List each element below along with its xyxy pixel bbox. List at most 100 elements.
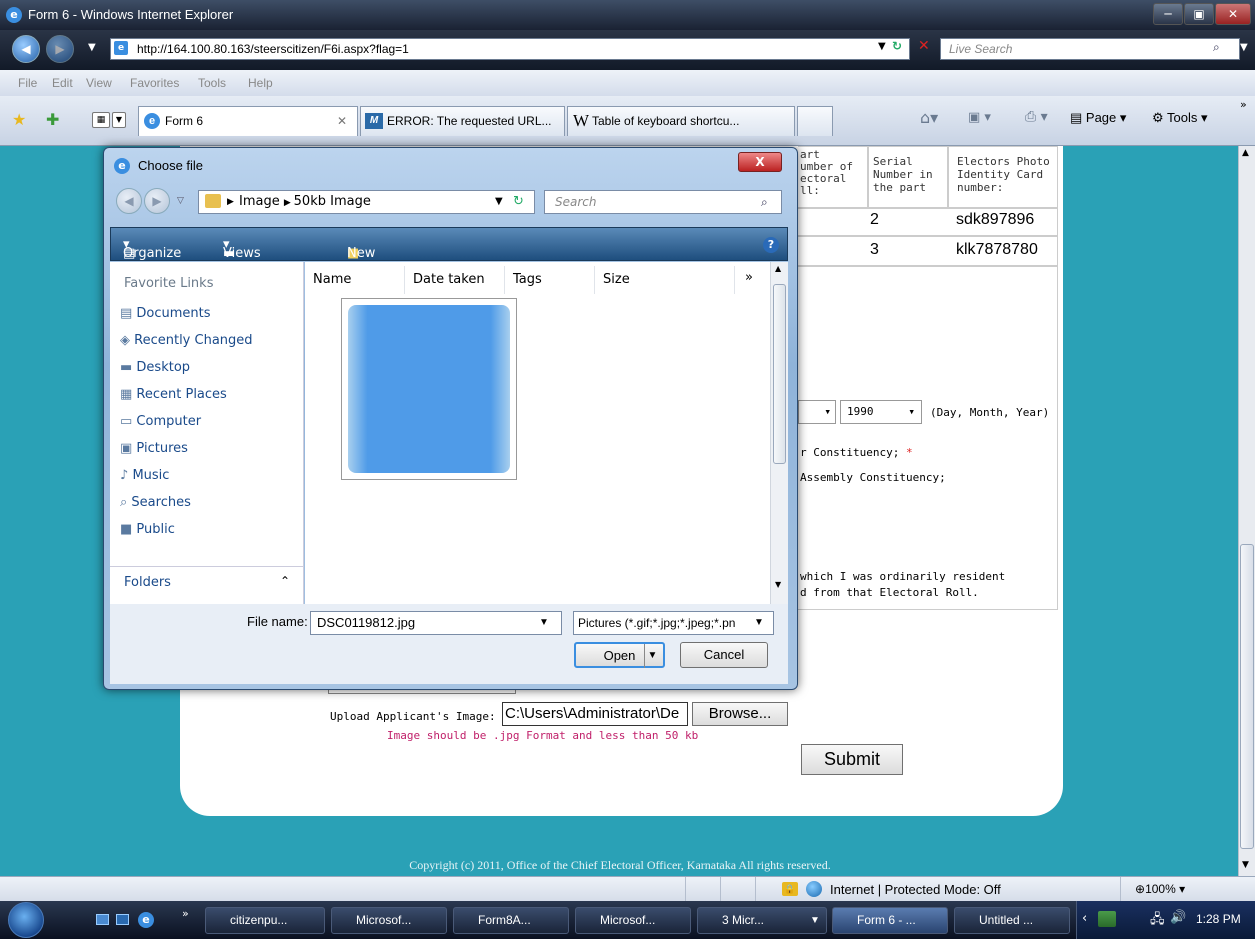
menu-favorites[interactable]: Favorites — [130, 76, 179, 90]
back-button[interactable]: ◀ — [12, 35, 40, 63]
favorite-desktop[interactable]: ▬ Desktop — [120, 360, 190, 380]
taskbar-item-microsoft-2[interactable]: Microsof... — [575, 907, 691, 934]
address-dropdown-icon[interactable]: ▼ — [495, 191, 503, 213]
taskbar-item-untitled[interactable]: Untitled ... — [954, 907, 1070, 934]
url-dropdown-icon[interactable]: ▼ — [878, 41, 886, 52]
scroll-thumb[interactable] — [773, 284, 786, 464]
taskbar-item-citizenpu[interactable]: citizenpu... — [205, 907, 325, 934]
scroll-down-icon[interactable]: ▼ — [1242, 860, 1249, 870]
tray-expand-icon[interactable]: ‹ — [1082, 911, 1087, 926]
start-button[interactable] — [8, 902, 44, 938]
search-icon[interactable]: ⌕ — [1213, 40, 1220, 55]
upload-path-input[interactable]: C:\Users\Administrator\De — [502, 702, 688, 726]
forward-button[interactable]: ▶ — [46, 35, 74, 63]
column-date-taken[interactable]: Date taken — [405, 266, 505, 294]
browse-button[interactable]: Browse... — [692, 702, 788, 726]
switch-windows-icon[interactable] — [116, 914, 129, 925]
dialog-back-button[interactable]: ◀ — [116, 188, 142, 214]
taskbar-item-form6[interactable]: Form 6 - ... — [832, 907, 948, 934]
help-icon[interactable]: ? — [763, 237, 779, 253]
dialog-refresh-icon[interactable]: ↻ — [513, 191, 524, 213]
print-icon[interactable]: ⎙ ▾ — [1025, 109, 1048, 125]
scroll-thumb[interactable] — [1240, 544, 1254, 849]
scroll-up-icon[interactable]: ▲ — [775, 264, 781, 273]
open-dropdown-icon[interactable]: ▼ — [644, 644, 660, 668]
column-size[interactable]: Size — [595, 266, 735, 294]
menu-view[interactable]: View — [86, 76, 112, 90]
volume-icon[interactable]: 🔊 — [1170, 910, 1186, 925]
folders-toggle[interactable]: Folders — [124, 575, 171, 590]
dialog-history-icon[interactable]: ▽ — [177, 196, 184, 206]
menu-help[interactable]: Help — [248, 76, 273, 90]
image-file-thumbnail[interactable] — [341, 298, 517, 480]
favorite-recently-changed[interactable]: ◈ Recently Changed — [120, 333, 253, 353]
cancel-button[interactable]: Cancel — [680, 642, 768, 668]
more-columns-icon[interactable]: » — [745, 270, 753, 285]
file-name-input[interactable]: DSC0119812.jpg ▼ — [310, 611, 562, 635]
favorite-music[interactable]: ♪ Music — [120, 468, 169, 488]
network-icon[interactable]: 🖧 — [1150, 910, 1165, 932]
add-favorites-icon[interactable]: ✚ — [46, 110, 59, 129]
taskbar-item-3-micr[interactable]: 3 Micr... ▼ — [697, 907, 827, 934]
organize-menu[interactable]: ▤ Organize ▾ — [123, 237, 181, 261]
dialog-close-button[interactable]: X — [738, 152, 782, 172]
favorite-documents[interactable]: ▤ Documents — [120, 306, 211, 326]
close-button[interactable]: ✕ — [1215, 3, 1251, 25]
favorites-star-icon[interactable]: ★ — [12, 110, 26, 129]
year-select[interactable]: 1990 ▾ — [840, 400, 922, 424]
tab-error[interactable]: M ERROR: The requested URL... — [360, 106, 565, 136]
toolbar-overflow-icon[interactable]: » — [1240, 98, 1247, 111]
file-list-scrollbar[interactable]: ▲ ▼ — [770, 262, 788, 604]
tab-close-icon[interactable]: ✕ — [337, 107, 347, 135]
tray-app-icon[interactable] — [1098, 911, 1116, 927]
refresh-icon[interactable]: ↻ — [892, 39, 902, 53]
recent-pages-icon[interactable]: ▼ — [88, 42, 96, 53]
taskbar-item-form8a[interactable]: Form8A... — [453, 907, 569, 934]
tab-wikipedia[interactable]: W Table of keyboard shortcu... — [567, 106, 795, 136]
page-scrollbar[interactable]: ▲ ▼ — [1238, 146, 1255, 876]
page-menu[interactable]: ▤ Page ▾ — [1070, 110, 1126, 126]
feeds-icon[interactable]: ▣ ▾ — [968, 110, 991, 125]
month-select[interactable]: ▾ — [798, 400, 836, 424]
search-input[interactable]: Live Search — [940, 38, 1240, 60]
favorite-public[interactable]: ■ Public — [120, 522, 175, 542]
scroll-down-icon[interactable]: ▼ — [775, 580, 781, 589]
new-tab-button[interactable] — [797, 106, 833, 136]
favorite-pictures[interactable]: ▣ Pictures — [120, 441, 188, 461]
taskbar-item-microsoft-1[interactable]: Microsof... — [331, 907, 447, 934]
show-desktop-icon[interactable] — [96, 914, 109, 925]
views-menu[interactable]: ▬ Views ▾ — [223, 237, 261, 261]
home-icon[interactable]: ⌂▾ — [920, 108, 938, 127]
tab-list-icon[interactable]: ▼ — [112, 112, 126, 128]
breadcrumb-50kb[interactable]: 50kb Image — [294, 194, 371, 209]
column-tags[interactable]: Tags — [505, 266, 595, 294]
submit-button[interactable]: Submit — [801, 744, 903, 775]
tools-menu[interactable]: ⚙ Tools ▾ — [1152, 110, 1208, 126]
maximize-button[interactable]: ▣ — [1184, 3, 1214, 25]
clock[interactable]: 1:28 PM — [1196, 912, 1241, 926]
url-input[interactable]: http://164.100.80.163/steerscitizen/F6i.… — [110, 38, 910, 60]
chevron-up-icon[interactable]: ⌃ — [280, 574, 290, 588]
search-options-icon[interactable]: ▼ — [1240, 42, 1248, 53]
ie-quicklaunch-icon[interactable]: e — [138, 912, 154, 928]
favorite-recent-places[interactable]: ▦ Recent Places — [120, 387, 227, 407]
minimize-button[interactable]: ─ — [1153, 3, 1183, 25]
dialog-search-icon[interactable]: ⌕ — [761, 191, 768, 213]
column-name[interactable]: Name — [305, 266, 405, 294]
menu-edit[interactable]: Edit — [52, 76, 73, 90]
tab-form6[interactable]: e Form 6 ✕ — [138, 106, 358, 136]
breadcrumb-image[interactable]: Image — [239, 194, 280, 209]
scroll-up-icon[interactable]: ▲ — [1242, 148, 1249, 158]
favorite-searches[interactable]: ⌕ Searches — [120, 495, 191, 515]
stop-icon[interactable]: ✕ — [918, 38, 930, 54]
quicklaunch-more-icon[interactable]: » — [182, 907, 189, 920]
menu-file[interactable]: File — [18, 76, 37, 90]
favorite-computer[interactable]: ▭ Computer — [120, 414, 201, 434]
menu-tools[interactable]: Tools — [198, 76, 226, 90]
dialog-address-bar[interactable]: ▶ Image ▶ 50kb Image ▼ ↻ — [198, 190, 535, 214]
quick-tabs-icon[interactable]: ▦ — [92, 112, 110, 128]
protected-mode-icon[interactable]: 🔒 — [782, 882, 798, 896]
zoom-control[interactable]: ⊕100% ▾ — [1135, 882, 1185, 896]
dialog-forward-button[interactable]: ▶ — [144, 188, 170, 214]
dialog-search-input[interactable]: Search ⌕ — [544, 190, 782, 214]
